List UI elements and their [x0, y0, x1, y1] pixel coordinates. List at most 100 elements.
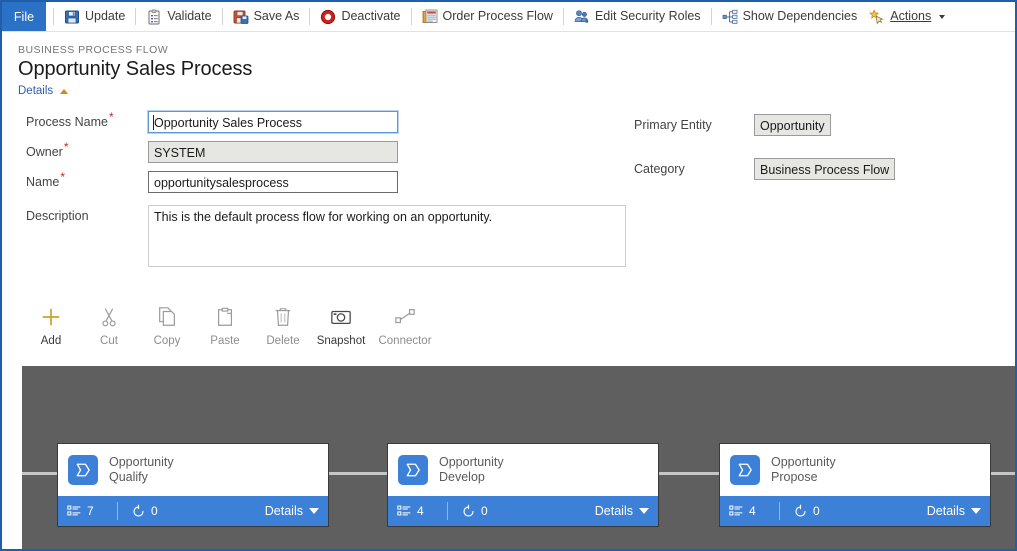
connector-icon — [394, 305, 416, 329]
dependencies-icon — [722, 9, 738, 25]
field-row-name: Name* opportunitysalesprocess — [26, 171, 626, 193]
file-menu-button[interactable]: File — [2, 2, 46, 31]
details-toggle-label: Details — [18, 85, 53, 97]
show-dependencies-button[interactable]: Show Dependencies — [719, 2, 861, 31]
deactivate-label: Deactivate — [341, 10, 400, 23]
footer-divider — [447, 502, 448, 520]
workflows-count: 0 — [151, 504, 158, 518]
workflow-refresh-icon — [131, 504, 146, 519]
copy-icon — [156, 305, 178, 329]
snapshot-label: Snapshot — [317, 335, 366, 347]
toolbar-separator — [411, 8, 412, 25]
details-form: Process Name* Opportunity Sales Process … — [2, 111, 1015, 286]
paste-icon — [214, 305, 236, 329]
workflows-count: 0 — [481, 504, 488, 518]
stage-connector — [22, 472, 57, 475]
toolbar-separator — [222, 8, 223, 25]
stage-entity: Opportunity — [439, 455, 504, 469]
order-process-flow-label: Order Process Flow — [443, 10, 553, 23]
stage-entity: Opportunity — [109, 455, 174, 469]
stage-flag-icon — [398, 455, 428, 485]
stage-name: Propose — [771, 470, 818, 484]
command-bar: File Update — [2, 2, 1015, 32]
show-dependencies-label: Show Dependencies — [743, 10, 858, 23]
add-label: Add — [41, 335, 61, 347]
stage-connector — [991, 472, 1017, 475]
stage-details-label: Details — [927, 504, 965, 518]
entity-type-label: BUSINESS PROCESS FLOW — [18, 44, 1015, 56]
order-process-flow-button[interactable]: Order Process Flow — [419, 2, 556, 31]
edit-security-roles-label: Edit Security Roles — [595, 10, 701, 23]
details-section-toggle[interactable]: Details — [18, 85, 68, 97]
stage-details-label: Details — [265, 504, 303, 518]
form-column-left: Process Name* Opportunity Sales Process … — [26, 111, 626, 267]
stage-card-title: Opportunity Qualify — [109, 455, 174, 485]
stage-card-body: Opportunity Propose — [720, 444, 990, 496]
stage-steps-metric[interactable]: 7 — [67, 504, 115, 519]
owner-label-text: Owner — [26, 145, 63, 159]
save-as-button[interactable]: Save As — [230, 2, 303, 31]
deactivate-button[interactable]: Deactivate — [317, 2, 403, 31]
steps-list-icon — [67, 504, 82, 519]
steps-list-icon — [397, 504, 412, 519]
stage-card-body: Opportunity Develop — [388, 444, 658, 496]
name-label-text: Name — [26, 175, 59, 189]
trash-icon — [272, 305, 294, 329]
process-name-input[interactable]: Opportunity Sales Process — [148, 111, 398, 133]
stage-name: Develop — [439, 470, 485, 484]
primary-entity-label: Primary Entity — [634, 114, 754, 132]
snapshot-button[interactable]: Snapshot — [312, 305, 370, 347]
stage-card-footer: 7 0 Details — [58, 496, 328, 526]
actions-text: Actions — [890, 9, 931, 23]
update-button[interactable]: Update — [61, 2, 128, 31]
stage-workflows-metric[interactable]: 0 — [793, 504, 820, 519]
process-designer-window: File Update — [0, 0, 1017, 551]
required-asterisk: * — [60, 170, 65, 184]
field-row-category: Category Business Process Flow — [634, 158, 1004, 180]
category-input[interactable]: Business Process Flow — [754, 158, 895, 180]
paste-label: Paste — [210, 335, 239, 347]
delete-label: Delete — [266, 335, 299, 347]
connector-button[interactable]: Connector — [370, 305, 440, 347]
save-as-label: Save As — [254, 10, 300, 23]
name-input[interactable]: opportunitysalesprocess — [148, 171, 398, 193]
paste-button[interactable]: Paste — [196, 305, 254, 347]
stage-workflows-metric[interactable]: 0 — [461, 504, 488, 519]
stage-card[interactable]: Opportunity Qualify 7 — [57, 443, 329, 527]
primary-entity-input[interactable]: Opportunity — [754, 114, 831, 136]
steps-count: 4 — [417, 504, 424, 518]
field-row-description: Description This is the default process … — [26, 205, 626, 267]
stage-flag-icon — [730, 455, 760, 485]
field-row-owner: Owner* SYSTEM — [26, 141, 626, 163]
workflows-count: 0 — [813, 504, 820, 518]
stage-details-toggle[interactable]: Details — [595, 504, 649, 518]
chevron-down-icon — [971, 508, 981, 514]
stage-card[interactable]: Opportunity Propose 4 — [719, 443, 991, 527]
edit-security-roles-button[interactable]: Edit Security Roles — [571, 2, 704, 31]
page-header: BUSINESS PROCESS FLOW Opportunity Sales … — [2, 32, 1015, 99]
stage-details-toggle[interactable]: Details — [927, 504, 981, 518]
stage-connector — [327, 472, 387, 475]
actions-menu-button[interactable]: Actions — [866, 2, 948, 31]
chevron-down-icon — [639, 508, 649, 514]
file-menu-label: File — [14, 10, 34, 24]
stage-steps-metric[interactable]: 4 — [729, 504, 777, 519]
copy-button[interactable]: Copy — [138, 305, 196, 347]
add-button[interactable]: Add — [22, 305, 80, 347]
designer-toolbar: Add Cut Copy — [22, 305, 440, 347]
update-label: Update — [85, 10, 125, 23]
delete-button[interactable]: Delete — [254, 305, 312, 347]
stage-card[interactable]: Opportunity Develop 4 — [387, 443, 659, 527]
toolbar-separator — [135, 8, 136, 25]
stage-workflows-metric[interactable]: 0 — [131, 504, 158, 519]
description-textarea[interactable]: This is the default process flow for wor… — [148, 205, 626, 267]
validate-button[interactable]: Validate — [143, 2, 214, 31]
owner-input[interactable]: SYSTEM — [148, 141, 398, 163]
stage-steps-metric[interactable]: 4 — [397, 504, 445, 519]
required-asterisk: * — [109, 110, 114, 124]
connector-label: Connector — [378, 335, 431, 347]
stage-card-body: Opportunity Qualify — [58, 444, 328, 496]
process-flow-canvas[interactable]: Opportunity Qualify 7 — [22, 366, 1017, 551]
stage-details-toggle[interactable]: Details — [265, 504, 319, 518]
cut-button[interactable]: Cut — [80, 305, 138, 347]
